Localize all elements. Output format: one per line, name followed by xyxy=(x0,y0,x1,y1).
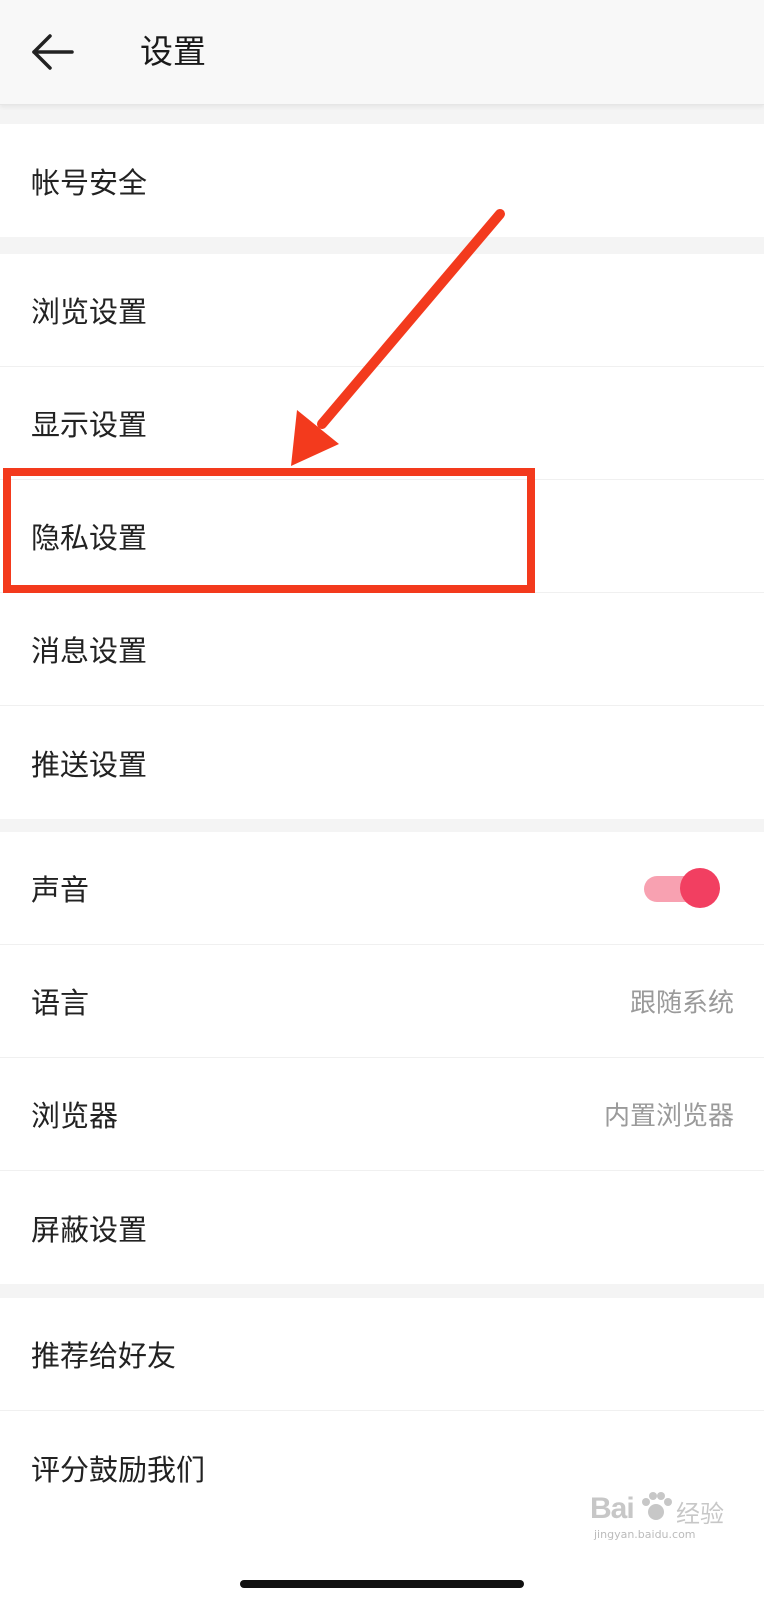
sound-toggle[interactable] xyxy=(644,868,720,908)
setting-label: 帐号安全 xyxy=(31,165,148,200)
setting-label: 推送设置 xyxy=(31,747,148,782)
watermark-brand: Bai xyxy=(590,1492,635,1525)
app-header: 设置 xyxy=(0,0,764,105)
setting-label: 隐私设置 xyxy=(31,521,148,555)
paw-icon xyxy=(642,1492,672,1520)
back-button[interactable] xyxy=(28,28,80,76)
setting-item-privacy-settings[interactable]: 隐私设置 xyxy=(0,480,764,593)
settings-group-share: 推荐给好友 评分鼓励我们 xyxy=(0,1298,764,1600)
setting-label: 屏蔽设置 xyxy=(31,1212,148,1247)
setting-item-browse-settings[interactable]: 浏览设置 xyxy=(0,254,764,367)
setting-item-account-security[interactable]: 帐号安全 xyxy=(0,124,764,237)
setting-label: 语言 xyxy=(31,986,90,1020)
setting-label: 声音 xyxy=(31,873,90,907)
settings-group-preferences: 声音 语言 跟随系统 浏览器 内置浏览器 屏蔽设置 xyxy=(0,832,764,1284)
settings-group-general: 浏览设置 显示设置 隐私设置 消息设置 推送设置 xyxy=(0,254,764,819)
setting-label: 浏览器 xyxy=(31,1099,119,1133)
setting-item-message-settings[interactable]: 消息设置 xyxy=(0,593,764,706)
page-title: 设置 xyxy=(140,32,206,71)
setting-label: 评分鼓励我们 xyxy=(31,1452,206,1487)
setting-item-sound: 声音 xyxy=(0,832,764,945)
setting-value: 内置浏览器 xyxy=(603,1101,734,1132)
setting-label: 推荐给好友 xyxy=(31,1339,177,1373)
setting-item-block-settings[interactable]: 屏蔽设置 xyxy=(0,1171,764,1284)
toggle-knob xyxy=(680,868,720,908)
watermark-url: jingyan.baidu.com xyxy=(594,1528,696,1541)
watermark-text: 经验 xyxy=(676,1500,724,1528)
setting-label: 浏览设置 xyxy=(31,295,148,329)
home-indicator[interactable] xyxy=(240,1580,524,1588)
setting-item-push-settings[interactable]: 推送设置 xyxy=(0,706,764,819)
baidu-jingyan-watermark: Bai 经验 jingyan.baidu.com xyxy=(588,1488,738,1544)
settings-group-account: 帐号安全 xyxy=(0,124,764,237)
setting-item-display-settings[interactable]: 显示设置 xyxy=(0,367,764,480)
setting-item-browser[interactable]: 浏览器 内置浏览器 xyxy=(0,1058,764,1171)
setting-item-recommend-friends[interactable]: 推荐给好友 xyxy=(0,1298,764,1411)
setting-label: 消息设置 xyxy=(31,634,148,668)
setting-label: 显示设置 xyxy=(31,408,148,442)
setting-value: 跟随系统 xyxy=(629,988,734,1019)
setting-item-language[interactable]: 语言 跟随系统 xyxy=(0,945,764,1058)
back-arrow-icon xyxy=(32,34,74,70)
